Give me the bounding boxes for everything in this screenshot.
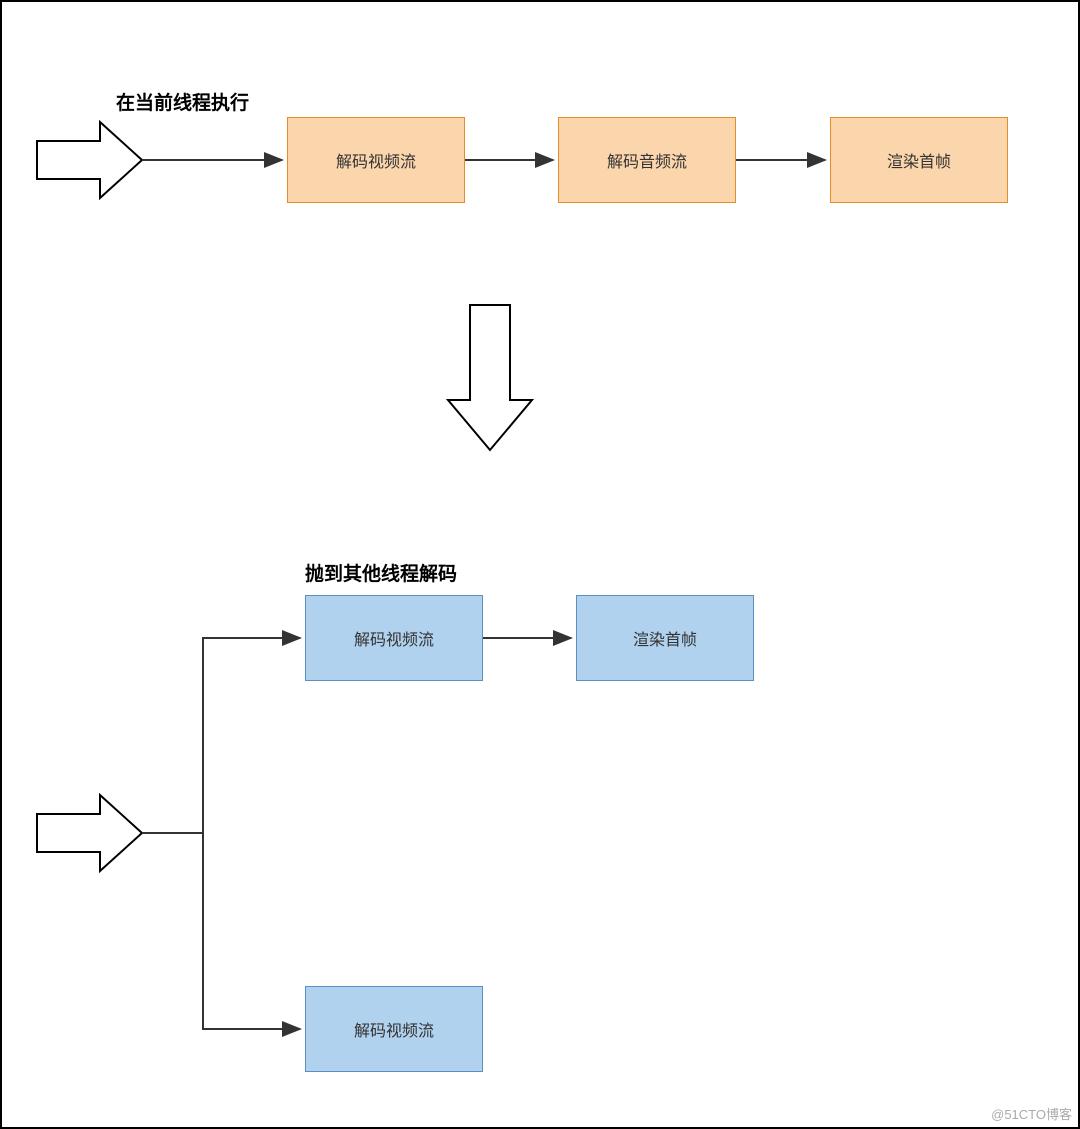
big-arrow-down <box>448 305 532 450</box>
watermark: @51CTO博客 <box>991 1104 1072 1123</box>
node-render-first-frame: 渲染首帧 <box>830 117 1008 203</box>
node-decode-video-bottom: 解码视频流 <box>305 986 483 1072</box>
diagram-canvas: 在当前线程执行 解码视频流 解码音频流 渲染首帧 抛到其他线程解码 解码视频流 … <box>2 2 1078 1127</box>
big-arrow-right-1 <box>37 122 142 198</box>
node-decode-audio: 解码音频流 <box>558 117 736 203</box>
node-decode-video: 解码视频流 <box>287 117 465 203</box>
branch-to-decode-video-top <box>203 638 300 833</box>
branch-to-decode-video-bottom <box>203 833 300 1029</box>
section1-title: 在当前线程执行 <box>116 88 249 115</box>
node-decode-video-top: 解码视频流 <box>305 595 483 681</box>
section2-title: 抛到其他线程解码 <box>305 559 457 586</box>
big-arrow-right-2 <box>37 795 142 871</box>
node-render-first-frame-2: 渲染首帧 <box>576 595 754 681</box>
